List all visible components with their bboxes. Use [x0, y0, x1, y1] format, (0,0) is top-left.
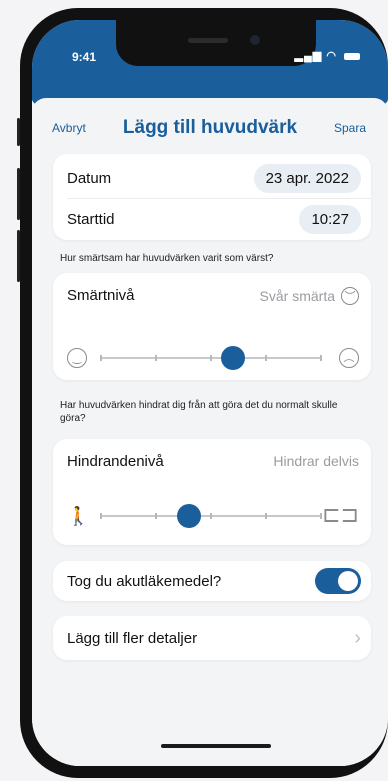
add-details-row[interactable]: Lägg till fler detaljer ›	[67, 618, 361, 658]
hindrance-slider-tick	[210, 513, 212, 519]
time-picker[interactable]: 10:27	[299, 204, 361, 234]
hindrance-question: Har huvudvärken hindrat dig från att gör…	[60, 400, 338, 424]
mute-switch	[17, 118, 20, 146]
pain-slider-thumb[interactable]	[221, 346, 245, 370]
pain-slider-tick	[100, 355, 102, 361]
notch	[116, 20, 316, 66]
hindrance-level-card: Hindrandenivå Hindrar delvis 🚶 ⊏⊐	[53, 439, 371, 545]
medication-toggle[interactable]	[315, 568, 361, 594]
front-camera	[250, 35, 260, 45]
hindrance-level-text: Hindrar delvis	[273, 453, 359, 469]
volume-up-button	[17, 168, 20, 220]
navigation-bar: Avbryt Lägg till huvudvärk Spara	[32, 112, 388, 142]
worried-face-icon: ︶	[341, 287, 359, 305]
date-label: Datum	[67, 169, 112, 187]
smiley-face-icon: ‿	[67, 348, 87, 368]
details-card[interactable]: Lägg till fler detaljer ›	[53, 616, 371, 660]
sad-face-icon: ︵	[339, 348, 359, 368]
speaker	[188, 38, 228, 43]
hindrance-slider-tick	[155, 513, 157, 519]
battery-icon	[344, 52, 360, 60]
pain-slider-tick	[265, 355, 267, 361]
chevron-right-icon: ›	[354, 626, 361, 649]
pain-slider-tick	[210, 355, 212, 361]
pain-level-label: Smärtnivå	[67, 287, 135, 304]
hindrance-slider-tick	[265, 513, 267, 519]
pain-slider-tick	[320, 355, 322, 361]
walking-person-icon: 🚶	[67, 506, 90, 526]
bed-icon: ⊏⊐	[322, 502, 359, 527]
home-indicator[interactable]	[161, 744, 271, 748]
save-button[interactable]: Spara	[334, 121, 366, 135]
add-details-label: Lägg till fler detaljer	[67, 629, 198, 647]
status-icons: ▂▄▆ ◠	[295, 49, 360, 62]
medication-row: Tog du akutläkemedel?	[67, 561, 361, 601]
screen: 9:41 ▂▄▆ ◠ Avbryt Lägg till huvudvärk Sp…	[32, 20, 388, 766]
date-picker[interactable]: 23 apr. 2022	[253, 163, 361, 193]
pain-level-value: Svår smärta ︶	[260, 287, 359, 305]
date-time-card: Datum 23 apr. 2022 Starttid 10:27	[53, 154, 371, 240]
hindrance-level-value: Hindrar delvis	[273, 453, 359, 469]
medication-label: Tog du akutläkemedel?	[67, 572, 222, 590]
pain-level-text: Svår smärta	[259, 288, 335, 304]
wifi-icon: ◠	[326, 50, 337, 62]
start-time-row[interactable]: Starttid 10:27	[67, 199, 361, 239]
date-row[interactable]: Datum 23 apr. 2022	[67, 158, 361, 198]
pain-question: Hur smärtsam har huvudvärken varit som v…	[60, 253, 274, 264]
hindrance-level-label: Hindrandenivå	[67, 453, 164, 470]
hindrance-slider-tick	[320, 513, 322, 519]
start-time-label: Starttid	[67, 210, 115, 228]
volume-down-button	[17, 230, 20, 282]
pain-level-card: Smärtnivå Svår smärta ︶ ‿ ︵	[53, 273, 371, 380]
medication-card: Tog du akutläkemedel?	[53, 561, 371, 601]
status-time: 9:41	[72, 50, 97, 64]
pain-slider-tick	[155, 355, 157, 361]
phone-frame: 9:41 ▂▄▆ ◠ Avbryt Lägg till huvudvärk Sp…	[17, 8, 388, 778]
signal-icon: ▂▄▆	[294, 50, 323, 62]
hindrance-slider-thumb[interactable]	[177, 504, 201, 528]
hindrance-slider-tick	[100, 513, 102, 519]
